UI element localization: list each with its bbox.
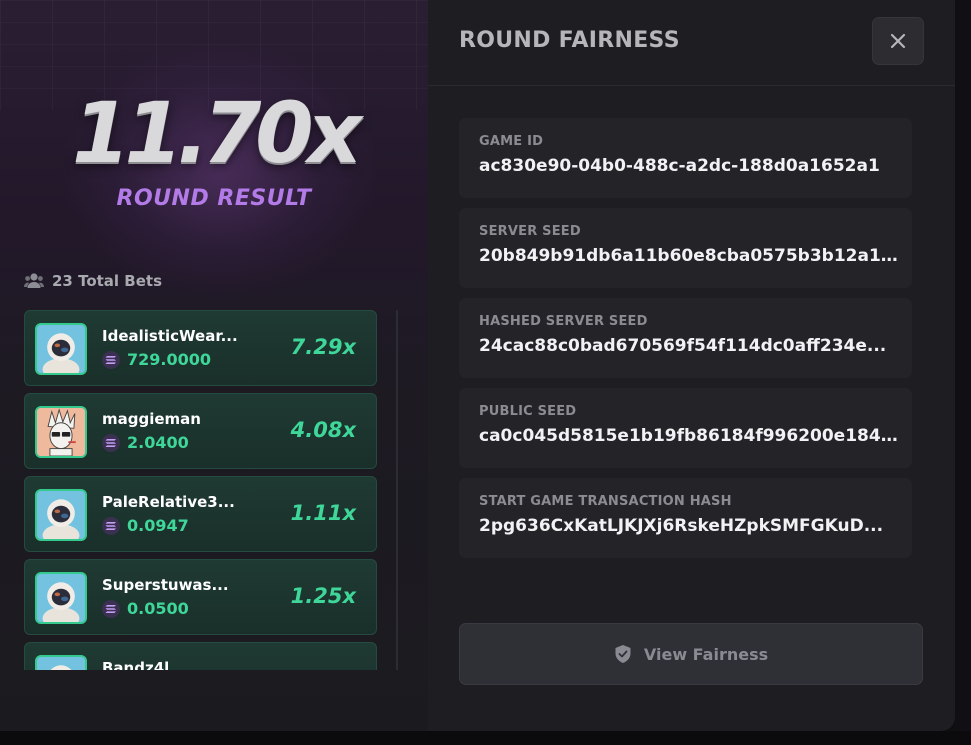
bet-username: PaleRelative3... xyxy=(102,493,235,511)
bet-amount-value: 0.0947 xyxy=(127,516,189,535)
background-bottom xyxy=(0,731,971,745)
close-button[interactable] xyxy=(872,17,924,65)
bet-amount: 2.0400 xyxy=(102,433,189,452)
astronaut-avatar-icon xyxy=(37,491,85,539)
bet-username: IdealisticWear... xyxy=(102,327,238,345)
astronaut-avatar-icon xyxy=(37,657,85,670)
field-value[interactable]: 2pg636CxKatLJKJXj6RskeHZpkSMFGKuD... xyxy=(479,516,899,536)
server-seed-field[interactable]: SERVER SEED 20b849b91db6a11b60e8cba0575b… xyxy=(459,208,912,288)
view-fairness-label: View Fairness xyxy=(643,644,769,664)
round-result-panel: 11.70x ROUND RESULT 23 Total Bets Ideali… xyxy=(0,0,428,731)
bets-list[interactable]: IdealisticWear... 729.0000 7.29x maggiem… xyxy=(24,310,378,670)
solana-icon xyxy=(102,599,120,618)
bet-username: Bandz4l xyxy=(102,659,170,670)
bet-row[interactable]: maggieman 2.0400 4.08x xyxy=(24,393,377,469)
punk-avatar-icon xyxy=(37,408,85,456)
avatar xyxy=(35,406,87,458)
field-label: PUBLIC SEED xyxy=(479,404,577,419)
bet-amount-value: 0.0500 xyxy=(127,599,189,618)
avatar xyxy=(35,323,87,375)
bet-username: maggieman xyxy=(102,410,201,428)
bet-row[interactable]: Bandz4l xyxy=(24,642,377,670)
field-label: GAME ID xyxy=(479,134,544,149)
round-fairness-modal: 11.70x ROUND RESULT 23 Total Bets Ideali… xyxy=(0,0,955,731)
bet-amount: 0.0947 xyxy=(102,516,189,535)
bet-row[interactable]: Superstuwas... 0.0500 1.25x xyxy=(24,559,377,635)
game-id-field[interactable]: GAME ID ac830e90-04b0-488c-a2dc-188d0a16… xyxy=(459,118,912,198)
hashed-server-seed-field[interactable]: HASHED SERVER SEED 24cac88c0bad670569f54… xyxy=(459,298,912,378)
bet-amount: 729.0000 xyxy=(102,350,211,369)
bet-username: Superstuwas... xyxy=(102,576,229,594)
field-value[interactable]: ca0c045d5815e1b19fb86184f996200e184... xyxy=(479,426,899,446)
avatar xyxy=(35,655,87,670)
fairness-header: ROUND FAIRNESS xyxy=(428,0,955,86)
field-value[interactable]: 24cac88c0bad670569f54f114dc0aff234e... xyxy=(479,336,899,356)
bet-amount-value: 729.0000 xyxy=(127,350,212,369)
view-fairness-button[interactable]: View Fairness xyxy=(459,623,923,685)
solana-icon xyxy=(102,433,120,452)
users-icon xyxy=(24,273,44,288)
astronaut-avatar-icon xyxy=(37,325,85,373)
field-value[interactable]: ac830e90-04b0-488c-a2dc-188d0a1652a1 xyxy=(479,156,899,176)
bet-amount: 0.0500 xyxy=(102,599,189,618)
bet-multiplier: 1.11x xyxy=(290,501,356,525)
bet-multiplier: 7.29x xyxy=(290,335,356,359)
public-seed-field[interactable]: PUBLIC SEED ca0c045d5815e1b19fb86184f996… xyxy=(459,388,912,468)
bet-row[interactable]: PaleRelative3... 0.0947 1.11x xyxy=(24,476,377,552)
solana-icon xyxy=(102,350,120,369)
solana-icon xyxy=(102,516,120,535)
close-icon xyxy=(890,33,906,49)
bets-scrollbar[interactable] xyxy=(396,310,398,670)
field-label: START GAME TRANSACTION HASH xyxy=(479,494,732,509)
avatar xyxy=(35,572,87,624)
avatar xyxy=(35,489,87,541)
field-label: HASHED SERVER SEED xyxy=(479,314,648,329)
page-title: ROUND FAIRNESS xyxy=(459,28,680,53)
background-edge xyxy=(955,0,971,745)
bet-amount-value: 2.0400 xyxy=(127,433,189,452)
field-label: SERVER SEED xyxy=(479,224,581,239)
bet-multiplier: 4.08x xyxy=(290,418,356,442)
field-value[interactable]: 20b849b91db6a11b60e8cba0575b3b12a11... xyxy=(479,246,899,266)
total-bets-header: 23 Total Bets xyxy=(24,272,162,290)
bet-row[interactable]: IdealisticWear... 729.0000 7.29x xyxy=(24,310,377,386)
round-multiplier: 11.70x xyxy=(72,84,362,182)
total-bets-label: 23 Total Bets xyxy=(52,272,163,290)
astronaut-avatar-icon xyxy=(37,574,85,622)
shield-check-icon xyxy=(615,645,631,663)
bet-multiplier: 1.25x xyxy=(290,584,356,608)
start-game-tx-hash-field[interactable]: START GAME TRANSACTION HASH 2pg636CxKatL… xyxy=(459,478,912,558)
round-result-label: ROUND RESULT xyxy=(116,186,312,211)
